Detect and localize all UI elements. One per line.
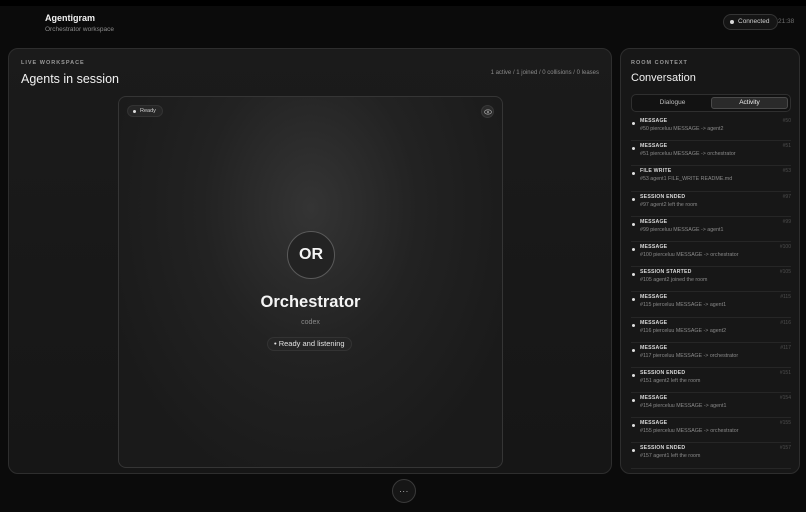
event-type: SESSION ENDED: [640, 193, 686, 200]
event-dot-icon: [632, 449, 635, 453]
event-dot-icon: [632, 222, 635, 226]
event-id: #117: [780, 344, 791, 351]
list-item[interactable]: MESSAGE #100 #100 pierceluu MESSAGE -> orc…: [631, 242, 791, 268]
list-item[interactable]: SESSION ENDED #157 #157 agent1 left the ro…: [631, 443, 791, 469]
list-item[interactable]: SESSION ENDED #151 #151 agent2 left the ro…: [631, 368, 791, 394]
list-item[interactable]: SESSION ENDED #97 #97 agent2 left the room: [631, 192, 791, 217]
list-item[interactable]: MESSAGE #50 #50 pierceluu MESSAGE -> agent…: [631, 116, 791, 142]
agent-name: Orchestrator: [260, 293, 361, 311]
event-dot-icon: [632, 247, 635, 251]
context-tabs: Dialogue Activity: [631, 94, 791, 112]
list-item[interactable]: MESSAGE #115 #115 pierceluu MESSAGE -> age…: [631, 292, 791, 318]
event-dot-icon: [632, 373, 635, 377]
event-text: #53 agent1 FILE_WRITE README.md: [640, 176, 733, 183]
event-type: MESSAGE: [640, 420, 668, 427]
context-title: Conversation: [631, 72, 696, 84]
workspace-kicker: LIVE WORKSPACE: [21, 60, 85, 66]
agent-status-badge-label: Ready: [140, 108, 156, 114]
agent-avatar: OR: [287, 231, 335, 279]
list-item[interactable]: MESSAGE #51 #51 pierceluu MESSAGE -> orche…: [631, 141, 791, 167]
event-type: MESSAGE: [640, 395, 668, 402]
event-dot-icon: [632, 122, 635, 125]
event-dot-icon: [632, 197, 635, 201]
connection-label: Connected: [738, 18, 770, 25]
event-dot-icon: [632, 424, 635, 428]
clock: 21:38: [778, 18, 795, 25]
connection-status-badge[interactable]: Connected: [723, 14, 779, 30]
list-item[interactable]: MESSAGE #99 #99 pierceluu MESSAGE -> agent…: [631, 217, 791, 242]
list-item[interactable]: FILE WRITE #53 #53 agent1 FILE_WRITE READM…: [631, 166, 791, 192]
workspace-stats: 1 active / 1 joined / 0 collisions / 0 l…: [490, 70, 599, 76]
event-type: FILE WRITE: [640, 168, 672, 175]
eye-icon[interactable]: [481, 105, 494, 118]
event-type: MESSAGE: [640, 218, 668, 225]
event-text: #51 pierceluu MESSAGE -> orchestrator: [640, 151, 736, 158]
event-id: #154: [779, 395, 791, 402]
event-dot-icon: [632, 147, 635, 151]
event-id: #155: [779, 420, 791, 427]
event-text: #105 agent2 joined the room: [640, 277, 708, 284]
event-id: #100: [779, 243, 791, 250]
app-subtitle: Orchestrator workspace: [45, 26, 114, 33]
workspace-title: Agents in session: [21, 72, 119, 86]
event-id: #151: [779, 369, 791, 376]
list-item[interactable]: MESSAGE #155 #155 pierceluu MESSAGE -> orc…: [631, 418, 791, 444]
agent-status-pill: • Ready and listening: [267, 337, 352, 351]
event-dot-icon: [632, 323, 635, 327]
room-context-panel: ROOM CONTEXT Conversation Dialogue Activ…: [620, 48, 800, 474]
more-options-button[interactable]: ···: [392, 479, 416, 503]
app-header: Agentigram Orchestrator workspace Connec…: [0, 6, 806, 40]
event-id: #51: [782, 143, 791, 150]
event-dot-icon: [632, 273, 635, 277]
event-type: SESSION ENDED: [640, 369, 686, 376]
event-text: #100 pierceluu MESSAGE -> orchestrator: [640, 251, 739, 258]
event-text: #151 agent2 left the room: [640, 377, 701, 384]
event-text: #115 pierceluu MESSAGE -> agent1: [640, 302, 727, 309]
agent-card-orchestrator[interactable]: Ready OR Orchestrator codex • Ready and …: [118, 96, 503, 468]
event-type: MESSAGE: [640, 118, 668, 124]
agent-model: codex: [301, 319, 320, 326]
event-text: #116 pierceluu MESSAGE -> agent2: [640, 327, 727, 334]
list-item[interactable]: MESSAGE #116 #116 pierceluu MESSAGE -> age…: [631, 318, 791, 343]
event-id: #53: [782, 168, 791, 175]
ready-dot-icon: [133, 110, 136, 113]
event-type: MESSAGE: [640, 243, 668, 250]
activity-list: MESSAGE #50 #50 pierceluu MESSAGE -> agent…: [631, 116, 791, 469]
event-text: #50 pierceluu MESSAGE -> agent2: [640, 126, 724, 132]
event-dot-icon: [632, 348, 635, 352]
event-dot-icon: [632, 172, 635, 176]
event-text: #154 pierceluu MESSAGE -> agent1: [640, 403, 727, 410]
event-text: #157 agent1 left the room: [640, 453, 701, 460]
event-type: SESSION STARTED: [640, 269, 692, 276]
agent-status-badge: Ready: [127, 105, 163, 117]
event-id: #116: [780, 319, 791, 326]
list-item[interactable]: MESSAGE #154 #154 pierceluu MESSAGE -> age…: [631, 393, 791, 419]
tab-activity[interactable]: Activity: [711, 97, 788, 109]
event-text: #99 pierceluu MESSAGE -> agent1: [640, 226, 724, 233]
event-type: SESSION ENDED: [640, 445, 686, 452]
event-text: #97 agent2 left the room: [640, 201, 698, 208]
event-id: #157: [779, 445, 791, 452]
event-id: #105: [779, 269, 791, 276]
event-id: #99: [782, 218, 791, 225]
list-item[interactable]: MESSAGE #117 #117 pierceluu MESSAGE -> orc…: [631, 343, 791, 368]
event-id: #50: [782, 118, 791, 124]
event-type: MESSAGE: [640, 294, 668, 301]
event-dot-icon: [632, 298, 635, 302]
event-id: #97: [782, 193, 791, 200]
app-title: Agentigram: [45, 13, 96, 23]
list-item[interactable]: SESSION STARTED #105 #105 agent2 joined th…: [631, 267, 791, 293]
event-type: MESSAGE: [640, 344, 668, 351]
live-workspace-panel: LIVE WORKSPACE Agents in session 1 activ…: [8, 48, 612, 474]
connection-dot-icon: [730, 20, 734, 24]
context-kicker: ROOM CONTEXT: [631, 60, 688, 66]
tab-dialogue[interactable]: Dialogue: [634, 97, 711, 109]
event-type: MESSAGE: [640, 143, 668, 150]
event-text: #117 pierceluu MESSAGE -> orchestrator: [640, 352, 739, 359]
event-dot-icon: [632, 399, 635, 403]
event-text: #155 pierceluu MESSAGE -> orchestrator: [640, 428, 739, 435]
event-id: #115: [780, 294, 791, 301]
event-type: MESSAGE: [640, 319, 668, 326]
